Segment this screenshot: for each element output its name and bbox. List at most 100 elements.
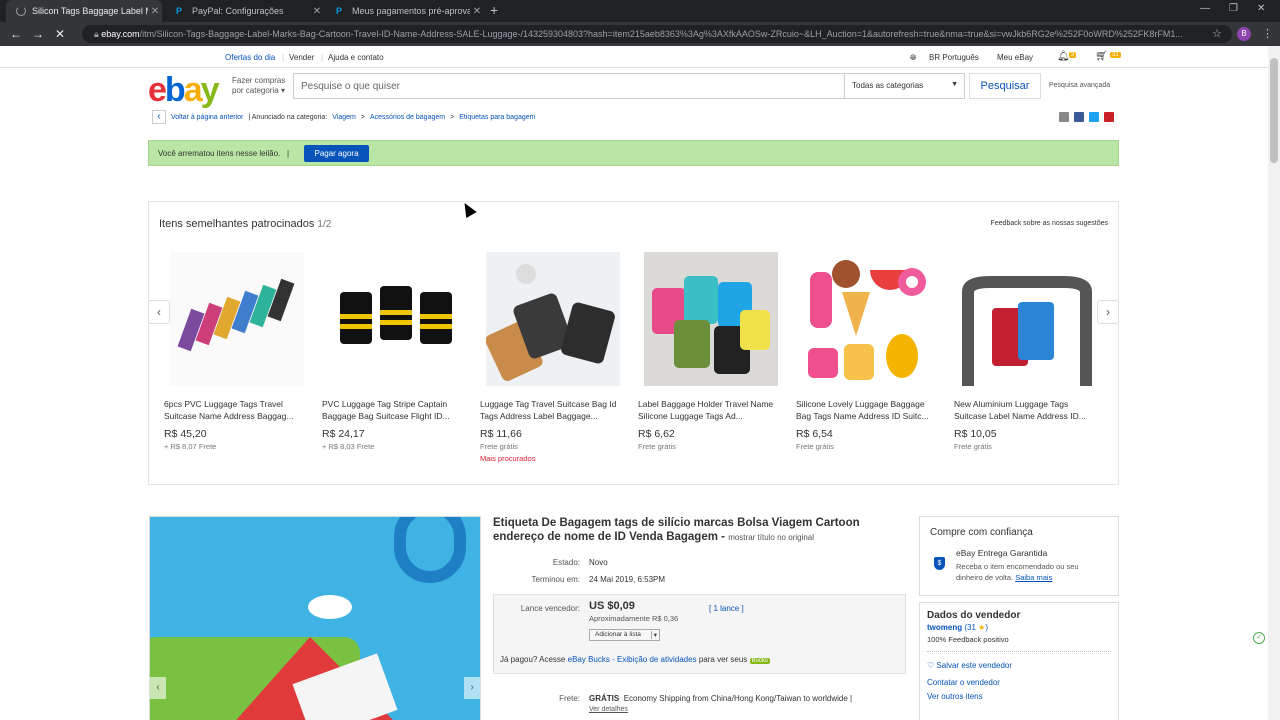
caret-down-icon: ▾ [650,631,659,639]
sell-link[interactable]: Vender [289,53,314,62]
show-original-link[interactable]: mostrar título no original [728,533,814,542]
notification-count: 3 [1069,52,1077,58]
back-icon[interactable]: ← [10,27,22,41]
image-prev-button[interactable]: ‹ [150,677,166,699]
back-link[interactable]: Voltar à página anterior [171,114,243,121]
paypal-icon: P [176,6,183,16]
travel-tags-image [486,264,615,381]
image-next-button[interactable]: › [464,677,480,699]
advanced-search-link[interactable]: Pesquisa avançada [1049,82,1110,89]
close-tab-icon[interactable]: ✕ [470,6,484,17]
won-auction-banner: Você arrematou itens nesse leilão. | Pag… [148,140,1119,166]
scrollbar-thumb[interactable] [1270,58,1278,163]
language-select[interactable]: BR Português [929,53,979,62]
seller-info-box: Dados do vendedor twomeng (31 ★) 100% Fe… [919,602,1119,720]
similar-item-card[interactable]: Luggage Tag Travel Suitcase Bag Id Tags … [480,252,630,482]
condition-value: Novo [589,558,608,567]
twitter-share-icon[interactable] [1089,112,1099,122]
similar-item-card[interactable]: New Aluminium Luggage Tags Suitcase Labe… [954,252,1104,482]
forward-icon[interactable]: → [32,27,44,41]
item-image[interactable] [328,252,462,386]
email-share-icon[interactable] [1059,112,1069,122]
add-to-watchlist-button[interactable]: Adicionar à lista ▾ [589,629,660,641]
feedback-link[interactable]: Feedback sobre as nossas sugestões [990,220,1108,227]
save-seller-button[interactable]: ♡ Salvar este vendedor [927,661,1012,670]
suitcase-tags-image [652,276,770,374]
bucks-logo: Bucks [749,658,770,664]
browser-tab-payments[interactable]: P Meus pagamentos pré-aprovados ✕ [326,0,484,22]
bell-icon[interactable]: 🔔︎ [1057,51,1070,62]
similar-item-card[interactable]: PVC Luggage Tag Stripe Captain Baggage B… [322,252,472,482]
contact-seller-link[interactable]: Contatar o vendedor [927,678,1000,687]
similar-item-card[interactable]: Silicone Lovely Luggage Baggage Bag Tags… [796,252,946,482]
seller-score-link[interactable]: (31 ★) [964,623,988,632]
ebay-logo[interactable]: ebay [148,71,220,110]
minimize-icon[interactable]: — [1200,3,1210,14]
learn-more-link[interactable]: Saiba mais [1015,573,1052,582]
best-seller-label: Mais procurados [480,454,536,463]
close-window-icon[interactable]: ✕ [1257,3,1265,14]
ended-value: 24 Mai 2019, 6:53PM [589,575,666,584]
facebook-share-icon[interactable] [1074,112,1084,122]
item-image[interactable] [802,252,936,386]
product-title: Etiqueta De Bagagem tags de silício marc… [493,517,860,543]
similar-item-card[interactable]: Label Baggage Holder Travel Name Silicon… [638,252,788,482]
pinterest-share-icon[interactable] [1104,112,1114,122]
ebay-page: Ofertas do dia | Vender | Ajuda e contat… [0,46,1268,720]
shop-by-category[interactable]: Fazer compras por categoria ▾ [232,76,285,96]
item-image[interactable] [486,252,620,386]
restore-icon[interactable]: ❐ [1229,3,1238,14]
browser-tab-ebay[interactable]: Silicon Tags Baggage Label Mark ✕ [6,0,162,22]
browser-menu-icon[interactable]: ⋮ [1262,27,1273,40]
seller-name-link[interactable]: twomeng [927,623,962,632]
breadcrumb-item[interactable]: Etiquetas para bagagem [459,114,535,121]
winning-bid-box: Lance vencedor: US $0,09 Aproximadamente… [493,594,906,674]
shipping-details-link[interactable]: Ver detalhes [589,706,628,713]
breadcrumb-item[interactable]: Viagem [332,114,356,121]
url-field[interactable]: 🔒︎ ebay.com/itm/Silicon-Tags-Baggage-Lab… [82,25,1232,43]
winning-bid-price: US $0,09 [589,600,635,612]
shield-icon: $ [934,557,945,570]
luggage-tags-image [177,278,295,352]
item-image[interactable] [644,252,778,386]
globe-icon: 🌐︎ [910,53,917,62]
browser-tab-paypal[interactable]: P PayPal: Configurações ✕ [166,0,324,22]
search-button[interactable]: Pesquisar [969,73,1041,99]
tab-bar: Silicon Tags Baggage Label Mark ✕ P PayP… [0,0,1280,22]
pay-now-button[interactable]: Pagar agora [304,145,369,162]
paypal-icon: P [336,6,343,16]
caret-down-icon: ▾ [280,86,285,95]
stripe-tags-image [340,286,452,344]
buy-with-confidence-box: Compre com confiança $ eBay Entrega Gara… [919,516,1119,596]
breadcrumb-item[interactable]: Acessórios de bagagem [370,114,445,121]
deals-link[interactable]: Ofertas do dia [225,53,275,62]
ebay-bucks-link[interactable]: eBay Bucks - Exibição de atividades [568,655,697,664]
bookmark-star-icon[interactable]: ☆ [1212,27,1222,40]
search-input[interactable] [294,74,844,98]
page-scrollbar[interactable] [1268,46,1280,720]
aluminium-tags-image [962,276,1092,386]
other-items-link[interactable]: Ver outros itens [927,692,983,701]
back-arrow-icon[interactable]: ‹ [152,110,166,124]
item-image[interactable] [960,252,1094,386]
item-image[interactable] [170,252,304,386]
similar-item-card[interactable]: 6pcs PVC Luggage Tags Travel Suitcase Na… [164,252,314,482]
my-ebay-link[interactable]: Meu eBay [997,53,1033,62]
product-image[interactable]: ‹ › [149,516,481,720]
close-tab-icon[interactable]: ✕ [310,6,324,17]
cart-count: 31 [1110,52,1121,58]
chevron-down-icon: ▼ [951,81,958,88]
stop-icon[interactable]: ✕ [55,27,65,41]
profile-avatar[interactable]: B [1237,27,1251,41]
close-tab-icon[interactable]: ✕ [148,6,162,17]
shield-check-icon[interactable]: ✓ [1253,632,1265,644]
new-tab-icon[interactable]: + [490,2,498,18]
sponsored-similar-items: Itens semelhantes patrocinados 1/2 Feedb… [148,201,1119,485]
address-bar-row: ← → ✕ 🔒︎ ebay.com/itm/Silicon-Tags-Bagga… [0,22,1280,46]
bid-count-link[interactable]: [ 1 lance ] [709,604,744,613]
help-link[interactable]: Ajuda e contato [328,53,384,62]
category-select[interactable]: Todas as categorias ▼ [844,74,966,98]
search-box: Todas as categorias ▼ [293,73,965,99]
cart-icon[interactable]: 🛒︎ [1095,51,1108,62]
breadcrumb: ‹ Voltar à página anterior | Anunciado n… [152,110,535,124]
